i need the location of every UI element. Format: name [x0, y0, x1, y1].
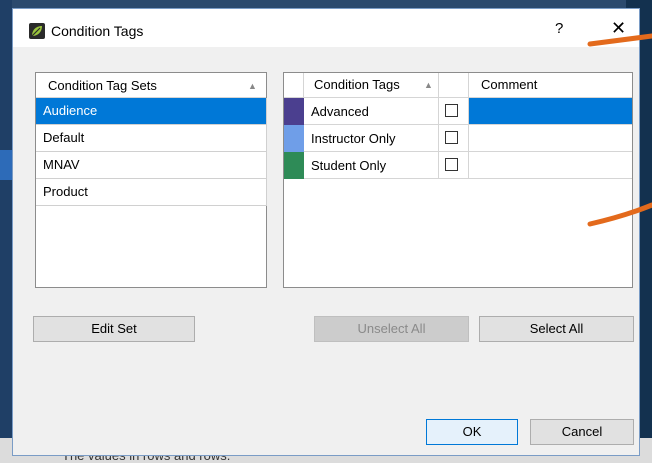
pen-annotation	[587, 33, 652, 227]
